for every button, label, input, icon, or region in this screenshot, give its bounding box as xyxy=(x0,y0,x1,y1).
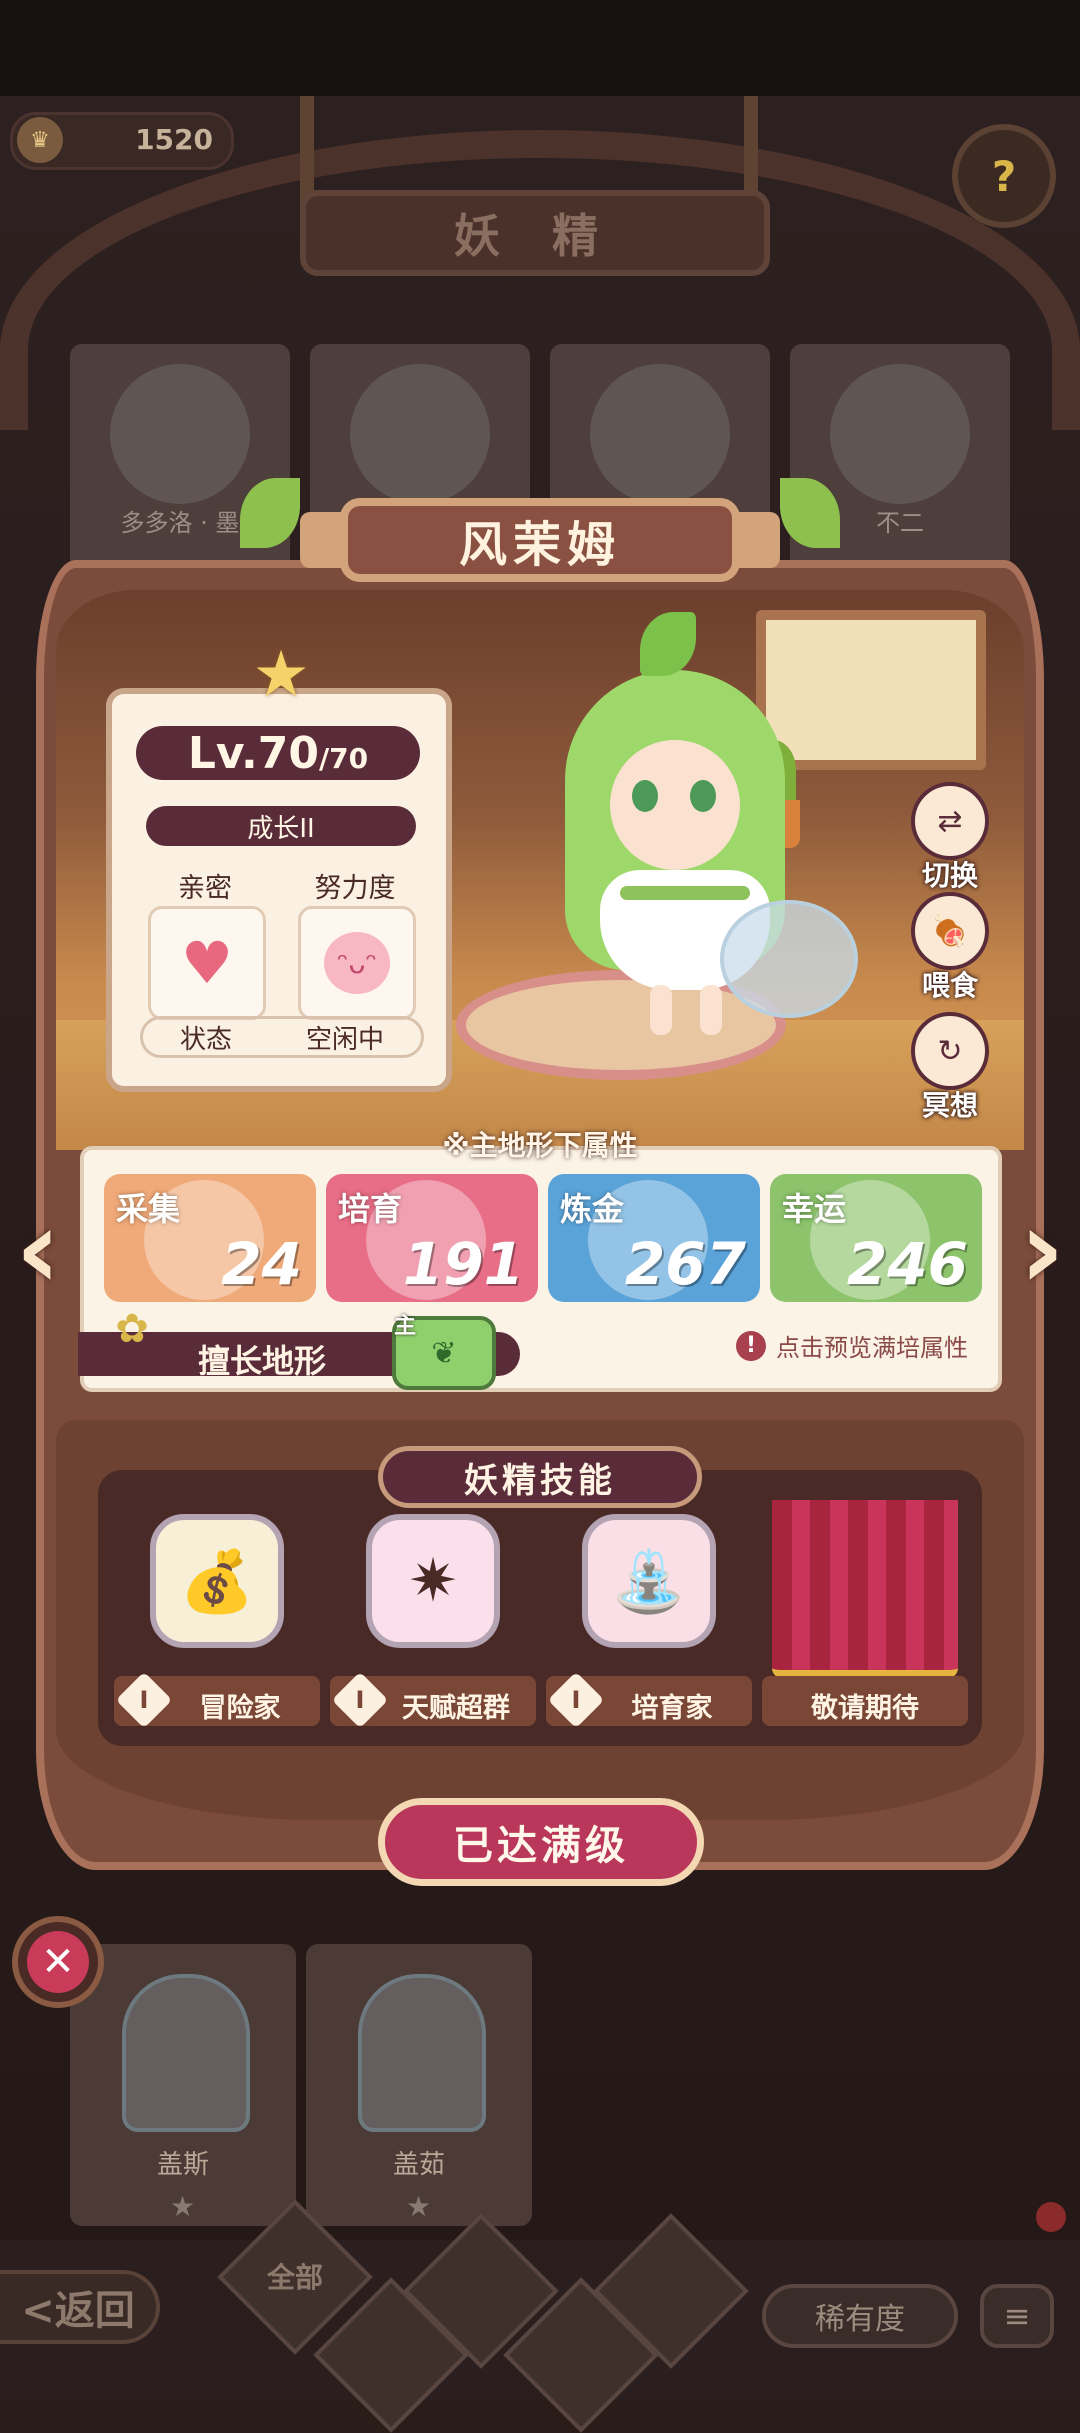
attr-luck: 幸运 246 xyxy=(770,1174,982,1302)
attr-alchemy: 炼金 267 xyxy=(548,1174,760,1302)
skill-name: 培育家 xyxy=(631,1693,713,1724)
switch-label: 切换 xyxy=(921,859,978,892)
rarity-sort-button[interactable]: 稀有度 xyxy=(762,2284,958,2348)
preview-full-attributes[interactable]: ! 点击预览满培属性 xyxy=(736,1328,968,1363)
fairy-list-name: 盖斯 xyxy=(156,2150,209,2180)
switch-icon: ⇄ xyxy=(911,782,989,860)
skill-card[interactable]: ✷ I 天赋超群 xyxy=(330,1500,536,1730)
list-icon[interactable]: ≡ xyxy=(980,2284,1054,2348)
attr-value: 191 xyxy=(402,1230,524,1298)
top-status-area xyxy=(0,0,1080,96)
fairy-list-name: 盖茹 xyxy=(392,2150,445,2180)
page-title: 妖 精 xyxy=(300,190,770,276)
fairy-eye xyxy=(690,780,716,812)
heart-icon: ♥ xyxy=(181,929,233,997)
back-button[interactable]: <返回 xyxy=(0,2270,160,2344)
info-icon[interactable]: I xyxy=(115,1671,173,1729)
intimacy-box[interactable]: ♥ xyxy=(148,906,266,1020)
meditate-icon: ↻ xyxy=(911,1012,989,1090)
close-icon: ✕ xyxy=(27,1931,89,1993)
fairy-leg xyxy=(650,985,672,1035)
close-button[interactable]: ✕ xyxy=(12,1916,104,2008)
attr-label: 采集 xyxy=(116,1190,181,1228)
status-value: 空闲中 xyxy=(305,1024,384,1055)
skills-title: 妖精技能 xyxy=(378,1446,702,1508)
switch-button[interactable]: ⇄ 切换 xyxy=(900,782,1000,894)
attr-value: 267 xyxy=(624,1230,746,1298)
preview-text: 点击预览满培属性 xyxy=(776,1334,968,1362)
effort-box[interactable]: ᵔᴗᵔ xyxy=(298,906,416,1020)
star-icon: ★ xyxy=(252,638,310,712)
meat-icon: 🍖 xyxy=(911,892,989,970)
status-label: 状态 xyxy=(179,1024,232,1055)
status-row: 状态 空闲中 xyxy=(140,1016,424,1058)
fairy-list-card[interactable]: 盖茹 ★ xyxy=(306,1944,532,2226)
skill-name: 敬请期待 xyxy=(811,1693,919,1724)
alert-icon: ! xyxy=(736,1330,766,1361)
attr-gather: 采集 24 xyxy=(104,1174,316,1302)
level-badge: Lv.70 /70 xyxy=(136,726,420,780)
coin-counter[interactable]: ♛ 1520 xyxy=(10,112,234,170)
fairy-eye xyxy=(632,780,658,812)
meditate-button[interactable]: ↻ 冥想 xyxy=(900,1012,1000,1124)
help-flower-icon[interactable]: ? xyxy=(952,124,1056,228)
fairy-list-card[interactable]: 盖斯 ★ xyxy=(70,1944,296,2226)
next-fairy-arrow[interactable]: › xyxy=(1010,1194,1074,1310)
crown-coin-icon: ♛ xyxy=(17,117,63,163)
level-max: /70 xyxy=(318,741,369,775)
sprout-icon: ❦ xyxy=(431,1335,457,1371)
max-level-button[interactable]: 已达满级 xyxy=(378,1798,704,1886)
info-icon[interactable]: I xyxy=(547,1671,605,1729)
fairy-belt xyxy=(620,886,750,900)
jar-fairy-image xyxy=(358,1974,486,2132)
skill-card[interactable]: 💰 I 冒险家 xyxy=(114,1500,320,1730)
attribute-heading: ※主地形下属性 xyxy=(442,1129,638,1162)
terrain-main-tag: 主 xyxy=(394,1314,417,1339)
watering-can-icon: ⛲ xyxy=(582,1514,716,1648)
terrain-label: 擅长地形 xyxy=(198,1342,327,1380)
fairy-portrait xyxy=(110,364,250,504)
coin-value: 1520 xyxy=(135,123,213,156)
effort-face-icon: ᵔᴗᵔ xyxy=(324,932,390,994)
skill-name: 天赋超群 xyxy=(402,1693,510,1724)
skill-card[interactable]: ⛲ I 培育家 xyxy=(546,1500,752,1730)
skill-card-locked: 敬请期待 xyxy=(762,1500,968,1730)
level-value: Lv.70 xyxy=(187,727,319,779)
attr-label: 幸运 xyxy=(782,1190,847,1228)
attr-label: 培育 xyxy=(338,1190,403,1228)
growth-stage: 成长II xyxy=(146,806,416,846)
intimacy-label: 亲密 xyxy=(178,873,232,904)
attr-value: 246 xyxy=(846,1230,968,1298)
adventure-bag-icon: 💰 xyxy=(150,1514,284,1648)
feed-button[interactable]: 🍖 喂食 xyxy=(900,892,1000,1004)
glass-jar xyxy=(720,900,858,1018)
scene-window xyxy=(756,610,986,770)
fairy-portrait xyxy=(830,364,970,504)
fairy-portrait xyxy=(350,364,490,504)
star-icon: ★ xyxy=(406,2190,432,2223)
fairy-name: 风茉姆 xyxy=(340,498,740,582)
attr-label: 炼金 xyxy=(560,1190,625,1228)
flower-icon: ✿ xyxy=(115,1306,149,1352)
fairy-portrait xyxy=(590,364,730,504)
meditate-label: 冥想 xyxy=(921,1089,978,1122)
effort-label: 努力度 xyxy=(314,873,396,904)
ladybug-icon xyxy=(1036,2202,1066,2232)
talent-star-icon: ✷ xyxy=(366,1514,500,1648)
skill-name: 冒险家 xyxy=(199,1693,281,1724)
curtain-icon xyxy=(772,1500,958,1678)
fairy-face xyxy=(610,740,740,870)
filter-all-label: 全部 xyxy=(266,2261,323,2294)
fairy-leg xyxy=(700,985,722,1035)
feed-label: 喂食 xyxy=(921,969,978,1002)
prev-fairy-arrow[interactable]: ‹ xyxy=(6,1194,70,1310)
jar-fairy-image xyxy=(122,1974,250,2132)
attr-value: 24 xyxy=(221,1230,302,1298)
star-icon: ★ xyxy=(170,2190,196,2223)
info-icon[interactable]: I xyxy=(331,1671,389,1729)
attr-nurture: 培育 191 xyxy=(326,1174,538,1302)
